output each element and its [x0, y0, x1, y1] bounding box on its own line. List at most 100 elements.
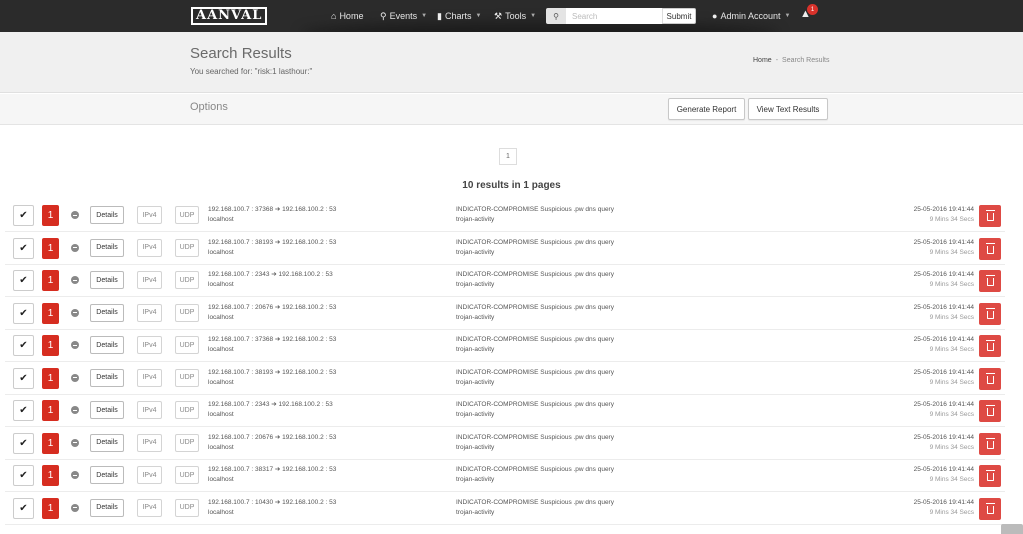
delete-button[interactable]	[979, 302, 1001, 325]
check-icon[interactable]: ✔	[13, 367, 34, 389]
check-icon[interactable]: ✔	[13, 497, 34, 519]
connection-info: 192.168.100.7 : 2343 ➔ 192.168.100.2 : 5…	[208, 270, 333, 290]
result-row: ✔ 1 Details IPv4 UDP 192.168.100.7 : 381…	[5, 232, 1005, 265]
nav-account[interactable]: ● Admin Account ▼	[712, 0, 790, 32]
nav-charts[interactable]: ▮ Charts ▼	[437, 0, 481, 32]
notification-badge[interactable]: 1	[807, 4, 818, 15]
delete-button[interactable]	[979, 270, 1001, 292]
check-icon[interactable]: ✔	[13, 400, 34, 421]
details-button[interactable]: Details	[90, 401, 124, 419]
pagination-page-1[interactable]: 1	[499, 148, 517, 165]
delete-button[interactable]	[979, 400, 1001, 422]
signature-text[interactable]: INDICATOR-COMPROMISE Suspicious .pw dns …	[456, 400, 614, 410]
minus-circle-icon[interactable]	[71, 308, 79, 317]
details-button[interactable]: Details	[90, 498, 124, 517]
logo[interactable]: AANVAL	[191, 7, 268, 25]
check-icon[interactable]: ✔	[13, 335, 34, 356]
delete-button[interactable]	[979, 367, 1001, 390]
details-button[interactable]: Details	[90, 336, 124, 354]
connection-text: 192.168.100.7 : 2343 ➔ 192.168.100.2 : 5…	[208, 271, 333, 278]
signature-text[interactable]: INDICATOR-COMPROMISE Suspicious .pw dns …	[456, 270, 614, 280]
check-icon[interactable]: ✔	[13, 237, 34, 259]
connection-text: 192.168.100.7 : 38193 ➔ 192.168.100.2 : …	[208, 238, 337, 246]
nav-home[interactable]: ⌂ Home	[331, 0, 363, 32]
signature-text[interactable]: INDICATOR-COMPROMISE Suspicious .pw dns …	[456, 433, 614, 443]
delete-button[interactable]	[979, 335, 1001, 357]
minus-circle-icon[interactable]	[71, 373, 79, 382]
risk-badge[interactable]: 1	[42, 302, 59, 324]
signature-text[interactable]: INDICATOR-COMPROMISE Suspicious .pw dns …	[456, 335, 614, 345]
chevron-down-icon: ▼	[421, 13, 428, 19]
risk-badge[interactable]: 1	[42, 432, 59, 454]
trash-icon	[985, 437, 995, 449]
submit-button[interactable]: Submit	[662, 8, 696, 24]
timestamp-text: 25-05-2016 19:41:44	[913, 466, 974, 473]
details-button[interactable]: Details	[90, 466, 124, 484]
timestamp-info: 25-05-2016 19:41:44 9 Mins 34 Secs	[914, 433, 974, 453]
details-button[interactable]: Details	[90, 206, 124, 224]
signature-text[interactable]: INDICATOR-COMPROMISE Suspicious .pw dns …	[456, 465, 614, 475]
age-text: 9 Mins 34 Secs	[929, 443, 974, 451]
nav-account-label: Admin Account	[720, 11, 781, 21]
minus-circle-icon[interactable]	[71, 276, 79, 284]
breadcrumb-home[interactable]: Home	[753, 57, 772, 64]
details-button[interactable]: Details	[90, 433, 124, 452]
minus-circle-icon[interactable]	[71, 243, 79, 252]
timestamp-text: 25-05-2016 19:41:44	[913, 368, 974, 376]
check-icon[interactable]: ✔	[13, 270, 34, 291]
breadcrumb: Home - Search Results	[753, 57, 830, 64]
nav-events[interactable]: ⚲ Events ▼	[380, 0, 427, 32]
risk-badge[interactable]: 1	[42, 465, 59, 486]
timestamp-text: 25-05-2016 19:41:44	[913, 401, 974, 408]
delete-button[interactable]	[979, 465, 1001, 487]
result-row: ✔ 1 Details IPv4 UDP 192.168.100.7 : 104…	[5, 492, 1005, 525]
search-form: ⚲ Submit	[546, 8, 696, 24]
delete-button[interactable]	[979, 237, 1001, 260]
signature-text[interactable]: INDICATOR-COMPROMISE Suspicious .pw dns …	[456, 303, 614, 313]
check-icon[interactable]: ✔	[13, 465, 34, 486]
search-input[interactable]	[566, 8, 662, 24]
nav-events-label: Events	[389, 11, 418, 21]
signature-text[interactable]: INDICATOR-COMPROMISE Suspicious .pw dns …	[456, 498, 614, 508]
details-button[interactable]: Details	[90, 303, 124, 322]
age-text: 9 Mins 34 Secs	[929, 378, 974, 386]
minus-circle-icon[interactable]	[71, 438, 79, 447]
ip-version-tag: IPv4	[137, 401, 162, 419]
scroll-to-top-button[interactable]	[1001, 524, 1023, 534]
details-button[interactable]: Details	[90, 271, 124, 289]
minus-circle-icon[interactable]	[71, 471, 79, 479]
view-text-results-button[interactable]: View Text Results	[748, 98, 828, 120]
check-icon[interactable]: ✔	[13, 205, 34, 226]
signature-text[interactable]: INDICATOR-COMPROMISE Suspicious .pw dns …	[456, 205, 614, 215]
signature-text[interactable]: INDICATOR-COMPROMISE Suspicious .pw dns …	[456, 368, 614, 378]
check-icon[interactable]: ✔	[13, 302, 34, 324]
risk-badge[interactable]: 1	[42, 497, 59, 519]
details-button[interactable]: Details	[90, 238, 124, 257]
check-icon[interactable]: ✔	[13, 432, 34, 454]
connection-info: 192.168.100.7 : 2343 ➔ 192.168.100.2 : 5…	[208, 400, 333, 420]
generate-report-button[interactable]: Generate Report	[668, 98, 745, 120]
classification-text: trojan-activity	[456, 443, 495, 451]
minus-circle-icon[interactable]	[71, 503, 79, 512]
connection-info: 192.168.100.7 : 10430 ➔ 192.168.100.2 : …	[208, 498, 336, 518]
search-icon[interactable]: ⚲	[546, 8, 566, 24]
age-text: 9 Mins 34 Secs	[929, 216, 974, 223]
risk-badge[interactable]: 1	[42, 400, 59, 421]
risk-badge[interactable]: 1	[42, 335, 59, 356]
minus-circle-icon[interactable]	[71, 341, 79, 349]
delete-button[interactable]	[979, 432, 1001, 455]
delete-button[interactable]	[979, 497, 1001, 520]
risk-badge[interactable]: 1	[42, 237, 59, 259]
risk-badge[interactable]: 1	[42, 270, 59, 291]
minus-circle-icon[interactable]	[71, 406, 79, 414]
minus-circle-icon[interactable]	[71, 211, 79, 219]
details-button[interactable]: Details	[90, 368, 124, 387]
risk-badge[interactable]: 1	[42, 205, 59, 226]
delete-button[interactable]	[979, 205, 1001, 227]
page-title: Search Results	[190, 45, 292, 62]
risk-badge[interactable]: 1	[42, 367, 59, 389]
nav-tools[interactable]: ⚒ Tools ▼	[494, 0, 536, 32]
signature-text[interactable]: INDICATOR-COMPROMISE Suspicious .pw dns …	[456, 238, 614, 248]
signature-info: INDICATOR-COMPROMISE Suspicious .pw dns …	[456, 465, 614, 485]
trash-icon	[985, 210, 995, 221]
